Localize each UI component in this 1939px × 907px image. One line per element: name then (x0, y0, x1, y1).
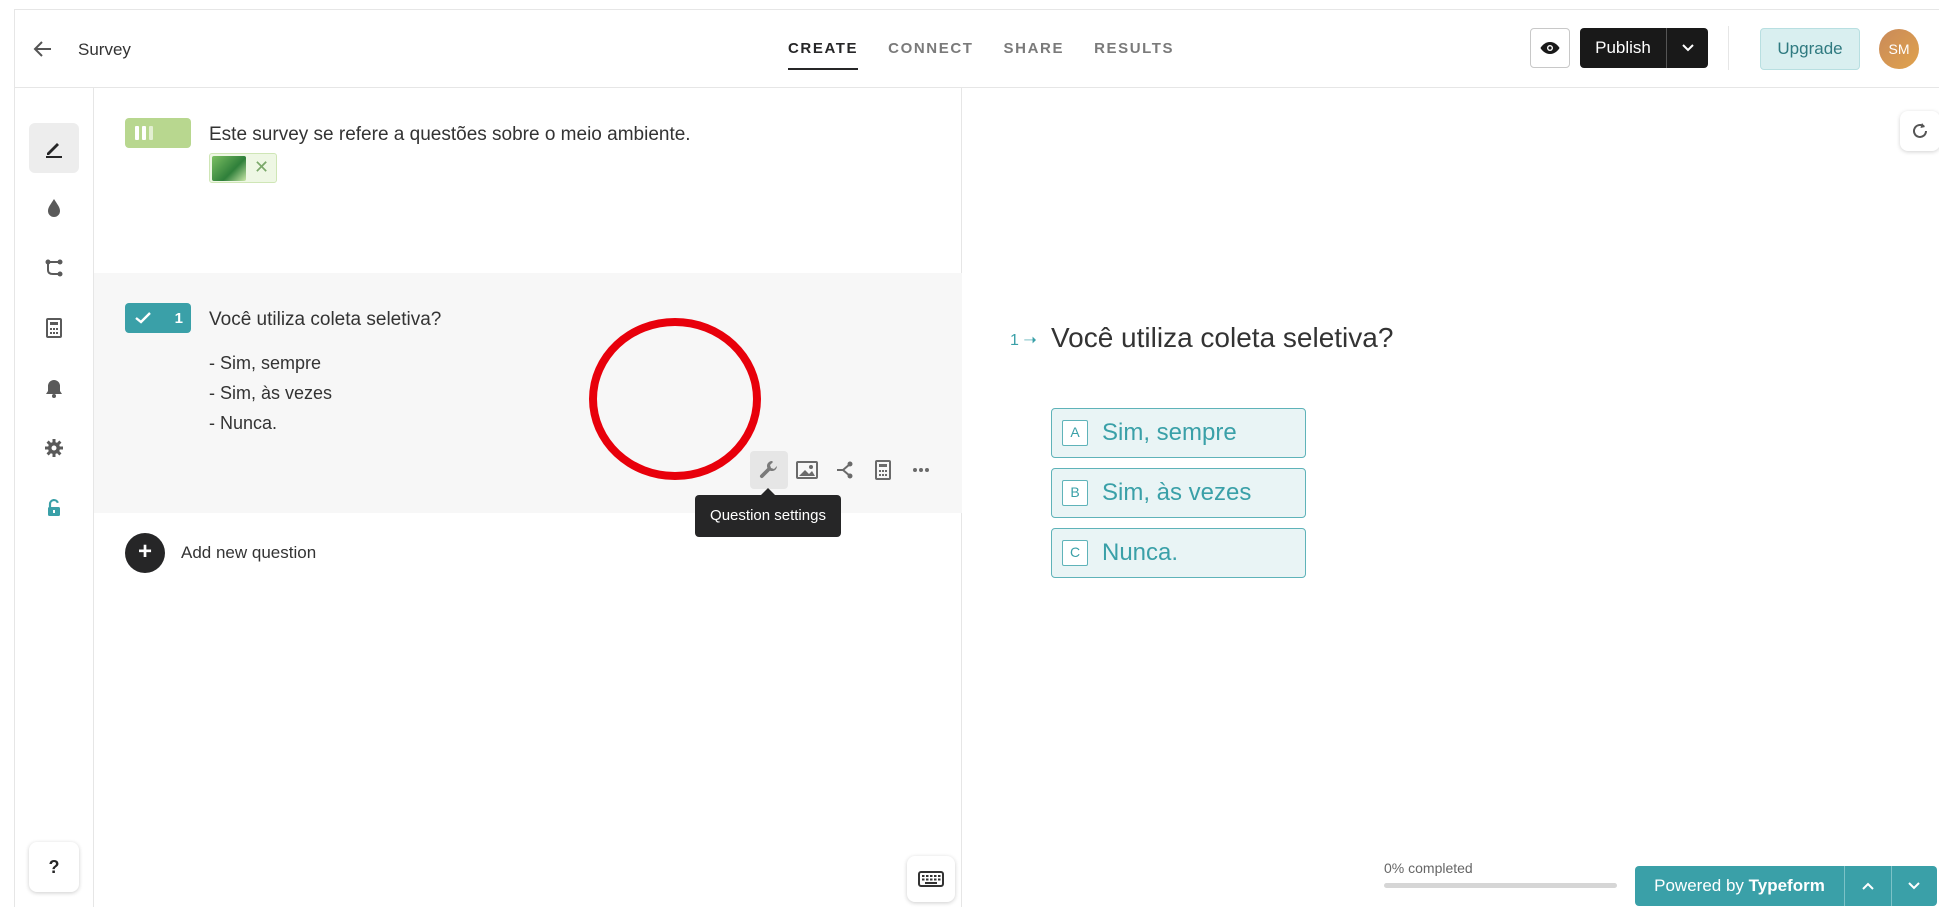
next-question-button[interactable] (1892, 866, 1938, 906)
app-window: Survey CREATE CONNECT SHARE RESULTS Publ… (14, 9, 1939, 907)
option-item: - Nunca. (209, 413, 278, 433)
chevron-down-icon (1681, 44, 1694, 52)
publish-button[interactable]: Publish (1580, 28, 1667, 68)
rail-item-access[interactable] (29, 483, 79, 533)
powered-by-typeform-link[interactable]: Powered by Typeform (1635, 866, 1845, 906)
form-preview: 1 ➝ Você utiliza coleta seletiva? A Sim,… (963, 88, 1939, 907)
preview-choice[interactable]: B Sim, às vezes (1051, 468, 1306, 518)
remove-image-button[interactable]: ✕ (254, 157, 269, 178)
plus-icon: + (125, 533, 165, 573)
refresh-icon (1913, 123, 1927, 138)
progress-bar (1384, 883, 1617, 888)
publish-button-group: Publish (1580, 28, 1708, 68)
calculator-button[interactable] (864, 451, 902, 489)
branch-icon (837, 461, 853, 479)
chevron-down-icon (1908, 882, 1920, 890)
welcome-text[interactable]: Este survey se refere a questões sobre o… (209, 124, 691, 146)
image-thumbnail[interactable] (212, 156, 246, 181)
wrench-icon (759, 460, 777, 479)
question-number: 1 (174, 309, 183, 327)
check-icon (135, 312, 151, 324)
choice-label: Sim, às vezes (1102, 479, 1252, 506)
main-tabs: CREATE CONNECT SHARE RESULTS (788, 40, 1204, 70)
question-block[interactable]: 1 Você utiliza coleta seletiva? - Sim, s… (94, 273, 962, 537)
question-type-badge: 1 (125, 303, 191, 333)
preview-question-text: Você utiliza coleta seletiva? (1051, 322, 1394, 353)
add-image-button[interactable] (788, 451, 826, 489)
question-settings-button[interactable] (750, 451, 788, 489)
rail-item-edit[interactable] (29, 123, 79, 173)
help-button[interactable]: ? (29, 842, 79, 892)
form-title[interactable]: Survey (78, 40, 131, 60)
arrow-left-icon[interactable] (31, 37, 55, 61)
publish-dropdown-button[interactable] (1667, 28, 1708, 68)
gear-icon (45, 439, 63, 457)
refresh-preview-button[interactable] (1900, 111, 1939, 151)
welcome-screen-block[interactable]: Este survey se refere a questões sobre o… (94, 88, 962, 263)
question-builder: Este survey se refere a questões sobre o… (94, 88, 962, 907)
calculator-icon (46, 318, 62, 338)
bell-icon (46, 380, 62, 398)
top-bar: Survey CREATE CONNECT SHARE RESULTS Publ… (15, 10, 1939, 88)
rail-item-settings[interactable] (29, 423, 79, 473)
keyboard-icon (918, 871, 944, 887)
keyboard-shortcuts-button[interactable] (907, 856, 955, 902)
image-icon (796, 461, 818, 479)
choice-key: C (1062, 540, 1088, 566)
choice-label: Sim, sempre (1102, 419, 1237, 446)
preview-choice[interactable]: C Nunca. (1051, 528, 1306, 578)
rail-item-calculator[interactable] (29, 303, 79, 353)
drop-icon (48, 199, 60, 217)
add-question-button[interactable]: + Add new question (125, 533, 316, 573)
divider (1728, 26, 1729, 70)
avatar[interactable]: SM (1879, 29, 1919, 69)
powered-by-bar: Powered by Typeform (1635, 866, 1937, 906)
question-toolbar (750, 451, 940, 489)
welcome-screen-badge (125, 118, 191, 148)
more-options-button[interactable] (902, 451, 940, 489)
rail-item-logic[interactable] (29, 243, 79, 293)
tab-create[interactable]: CREATE (788, 40, 859, 70)
preview-choice[interactable]: A Sim, sempre (1051, 408, 1306, 458)
preview-question-number: 1 ➝ (1010, 332, 1037, 349)
tab-results[interactable]: RESULTS (1094, 40, 1174, 70)
lock-open-icon (48, 498, 60, 516)
chevron-up-icon (1862, 882, 1874, 890)
option-item: - Sim, sempre (209, 353, 322, 373)
tab-connect[interactable]: CONNECT (888, 40, 973, 70)
rail-item-notifications[interactable] (29, 363, 79, 413)
tab-share[interactable]: SHARE (1004, 40, 1065, 70)
add-question-label: Add new question (181, 543, 317, 562)
eye-icon (1540, 42, 1560, 54)
left-toolbar: ? (15, 88, 94, 907)
welcome-image-attachment: ✕ (209, 153, 277, 183)
choice-label: Nunca. (1102, 539, 1179, 566)
option-item: - Sim, às vezes (209, 383, 333, 403)
preview-button[interactable] (1530, 28, 1570, 68)
upgrade-button[interactable]: Upgrade (1760, 28, 1860, 70)
ellipsis-icon (913, 468, 929, 472)
question-options: - Sim, sempre - Sim, às vezes - Nunca. (209, 348, 332, 438)
choice-key: A (1062, 420, 1088, 446)
progress-text: 0% completed (1384, 860, 1473, 876)
choice-key: B (1062, 480, 1088, 506)
rail-item-design[interactable] (29, 183, 79, 233)
arrow-right-icon: ➝ (1018, 332, 1037, 349)
welcome-icon (135, 126, 153, 140)
logic-jump-button[interactable] (826, 451, 864, 489)
highlight-ring (589, 318, 761, 480)
logic-icon (45, 259, 63, 277)
question-text[interactable]: Você utiliza coleta seletiva? (209, 309, 441, 331)
question-settings-tooltip: Question settings (695, 488, 841, 537)
previous-question-button[interactable] (1845, 866, 1892, 906)
pencil-icon (46, 143, 62, 158)
calculator-icon (875, 460, 891, 480)
